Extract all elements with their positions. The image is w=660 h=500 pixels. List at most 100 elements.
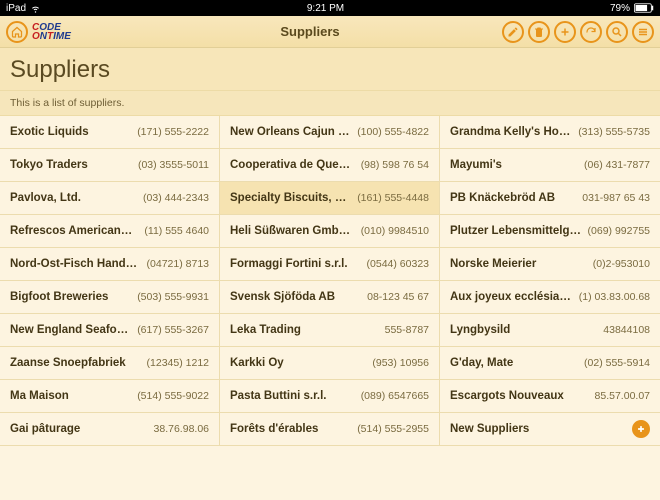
supplier-phone: (089) 6547665 xyxy=(361,390,429,402)
supplier-phone: (161) 555-4448 xyxy=(357,192,429,204)
supplier-grid: Exotic Liquids (171) 555-2222 New Orleans … xyxy=(0,116,660,446)
supplier-cell[interactable]: Pasta Buttini s.r.l. (089) 6547665 xyxy=(220,380,440,412)
supplier-name: Karkki Oy xyxy=(230,357,366,369)
supplier-name: Specialty Biscuits, Ltd. xyxy=(230,192,351,204)
grid-row: Tokyo Traders(03) 3555-5011Cooperativa d… xyxy=(0,149,660,182)
supplier-cell[interactable]: Mayumi's(06) 431-7877 xyxy=(440,149,660,181)
supplier-cell[interactable]: Pavlova, Ltd. (03) 444-2343 xyxy=(0,182,220,214)
grid-row: Exotic Liquids (171) 555-2222 New Orleans … xyxy=(0,116,660,149)
ios-statusbar: iPad 9:21 PM 79% xyxy=(0,0,660,16)
supplier-cell[interactable]: Norske Meierier (0)2-953010 xyxy=(440,248,660,280)
grid-row: Gai pâturage38.76.98.06 Forêts d'érables (… xyxy=(0,413,660,446)
supplier-name: Forêts d'érables xyxy=(230,423,351,435)
supplier-phone: (313) 555-5735 xyxy=(578,126,650,138)
supplier-name: Refrescos Americanas ... xyxy=(10,225,138,237)
grid-row: Pavlova, Ltd. (03) 444-2343 Specialty Bisc… xyxy=(0,182,660,215)
menu-button[interactable] xyxy=(632,21,654,43)
supplier-cell[interactable]: Bigfoot Breweries (503) 555-9931 xyxy=(0,281,220,313)
supplier-phone: (02) 555-5914 xyxy=(584,357,650,369)
supplier-cell[interactable]: Tokyo Traders(03) 3555-5011 xyxy=(0,149,220,181)
supplier-name: Svensk Sjöföda AB xyxy=(230,291,361,303)
supplier-phone: (514) 555-2955 xyxy=(357,423,429,435)
supplier-phone: (03) 444-2343 xyxy=(143,192,209,204)
page-subtitle: This is a list of suppliers. xyxy=(0,90,660,116)
supplier-name: PB Knäckebröd AB xyxy=(450,192,576,204)
home-button[interactable] xyxy=(6,21,28,43)
supplier-name: Nord-Ost-Fisch Handels... xyxy=(10,258,141,270)
edit-button[interactable] xyxy=(502,21,524,43)
supplier-cell[interactable]: Leka Trading555-8787 xyxy=(220,314,440,346)
add-supplier-button[interactable] xyxy=(632,420,650,438)
supplier-cell[interactable]: Refrescos Americanas ... (11) 555 4640 xyxy=(0,215,220,247)
supplier-phone: (503) 555-9931 xyxy=(137,291,209,303)
supplier-phone: 85.57.00.07 xyxy=(595,390,650,402)
supplier-cell[interactable]: Plutzer Lebensmittelgro...(069) 992755 xyxy=(440,215,660,247)
header-title: Suppliers xyxy=(156,24,464,39)
supplier-name: Ma Maison xyxy=(10,390,131,402)
search-button[interactable] xyxy=(606,21,628,43)
refresh-button[interactable] xyxy=(580,21,602,43)
supplier-name: Zaanse Snoepfabriek xyxy=(10,357,141,369)
supplier-phone: 43844108 xyxy=(603,324,650,336)
grid-row: New England Seafood ...(617) 555-3267Lek… xyxy=(0,314,660,347)
supplier-cell[interactable]: Cooperativa de Quesos ... (98) 598 76 54 xyxy=(220,149,440,181)
supplier-cell[interactable]: New Suppliers xyxy=(440,413,660,445)
supplier-cell[interactable]: Formaggi Fortini s.r.l.(0544) 60323 xyxy=(220,248,440,280)
supplier-cell[interactable]: Escargots Nouveaux85.57.00.07 xyxy=(440,380,660,412)
device-label: iPad xyxy=(6,3,26,14)
supplier-name: New Orleans Cajun Deli... xyxy=(230,126,351,138)
grid-row: Bigfoot Breweries (503) 555-9931 Svensk Sj… xyxy=(0,281,660,314)
supplier-name: Formaggi Fortini s.r.l. xyxy=(230,258,361,270)
supplier-name: Exotic Liquids xyxy=(10,126,131,138)
supplier-cell[interactable]: Gai pâturage38.76.98.06 xyxy=(0,413,220,445)
grid-row: Nord-Ost-Fisch Handels... (04721) 8713 For… xyxy=(0,248,660,281)
supplier-cell[interactable]: PB Knäckebröd AB 031-987 65 43 xyxy=(440,182,660,214)
supplier-name: Leka Trading xyxy=(230,324,379,336)
supplier-name: New Suppliers xyxy=(450,423,626,435)
supplier-cell[interactable]: Zaanse Snoepfabriek(12345) 1212 xyxy=(0,347,220,379)
supplier-phone: (1) 03.83.00.68 xyxy=(579,291,650,303)
supplier-cell[interactable]: Forêts d'érables (514) 555-2955 xyxy=(220,413,440,445)
supplier-cell[interactable]: Lyngbysild43844108 xyxy=(440,314,660,346)
clock: 9:21 PM xyxy=(307,3,344,14)
supplier-cell[interactable]: Svensk Sjöföda AB 08-123 45 67 xyxy=(220,281,440,313)
supplier-phone: (11) 555 4640 xyxy=(144,225,209,237)
supplier-cell[interactable]: Grandma Kelly's Homes... (313) 555-5735 xyxy=(440,116,660,148)
supplier-cell[interactable]: Specialty Biscuits, Ltd. (161) 555-4448 xyxy=(220,182,440,214)
supplier-phone: (100) 555-4822 xyxy=(357,126,429,138)
supplier-name: Pavlova, Ltd. xyxy=(10,192,137,204)
supplier-phone: (010) 9984510 xyxy=(361,225,429,237)
supplier-phone: (98) 598 76 54 xyxy=(361,159,429,171)
supplier-phone: (069) 992755 xyxy=(588,225,650,237)
supplier-name: Pasta Buttini s.r.l. xyxy=(230,390,355,402)
supplier-name: Bigfoot Breweries xyxy=(10,291,131,303)
supplier-phone: (953) 10956 xyxy=(372,357,429,369)
supplier-name: Tokyo Traders xyxy=(10,159,132,171)
supplier-cell[interactable]: G'day, Mate (02) 555-5914 xyxy=(440,347,660,379)
battery-label: 79% xyxy=(610,3,630,14)
delete-button[interactable] xyxy=(528,21,550,43)
supplier-phone: 031-987 65 43 xyxy=(582,192,650,204)
supplier-phone: (0)2-953010 xyxy=(593,258,650,270)
grid-row: Refrescos Americanas ... (11) 555 4640 Hel… xyxy=(0,215,660,248)
supplier-phone: (171) 555-2222 xyxy=(137,126,209,138)
supplier-phone: (06) 431-7877 xyxy=(584,159,650,171)
supplier-name: Norske Meierier xyxy=(450,258,587,270)
supplier-cell[interactable]: New Orleans Cajun Deli... (100) 555-4822 xyxy=(220,116,440,148)
supplier-phone: 08-123 45 67 xyxy=(367,291,429,303)
supplier-name: Grandma Kelly's Homes... xyxy=(450,126,572,138)
supplier-cell[interactable]: Aux joyeux ecclésiastiq...(1) 03.83.00.6… xyxy=(440,281,660,313)
app-header: CODE ONTIME Suppliers xyxy=(0,16,660,48)
supplier-cell[interactable]: Heli Süßwaren GmbH & ...(010) 9984510 xyxy=(220,215,440,247)
supplier-cell[interactable]: Ma Maison(514) 555-9022 xyxy=(0,380,220,412)
supplier-name: G'day, Mate xyxy=(450,357,578,369)
supplier-cell[interactable]: Exotic Liquids (171) 555-2222 xyxy=(0,116,220,148)
supplier-cell[interactable]: Karkki Oy (953) 10956 xyxy=(220,347,440,379)
supplier-cell[interactable]: Nord-Ost-Fisch Handels... (04721) 8713 xyxy=(0,248,220,280)
add-button[interactable] xyxy=(554,21,576,43)
wifi-icon xyxy=(30,3,41,14)
supplier-name: Cooperativa de Quesos ... xyxy=(230,159,355,171)
battery-icon xyxy=(634,3,654,13)
supplier-cell[interactable]: New England Seafood ...(617) 555-3267 xyxy=(0,314,220,346)
supplier-phone: (04721) 8713 xyxy=(147,258,209,270)
